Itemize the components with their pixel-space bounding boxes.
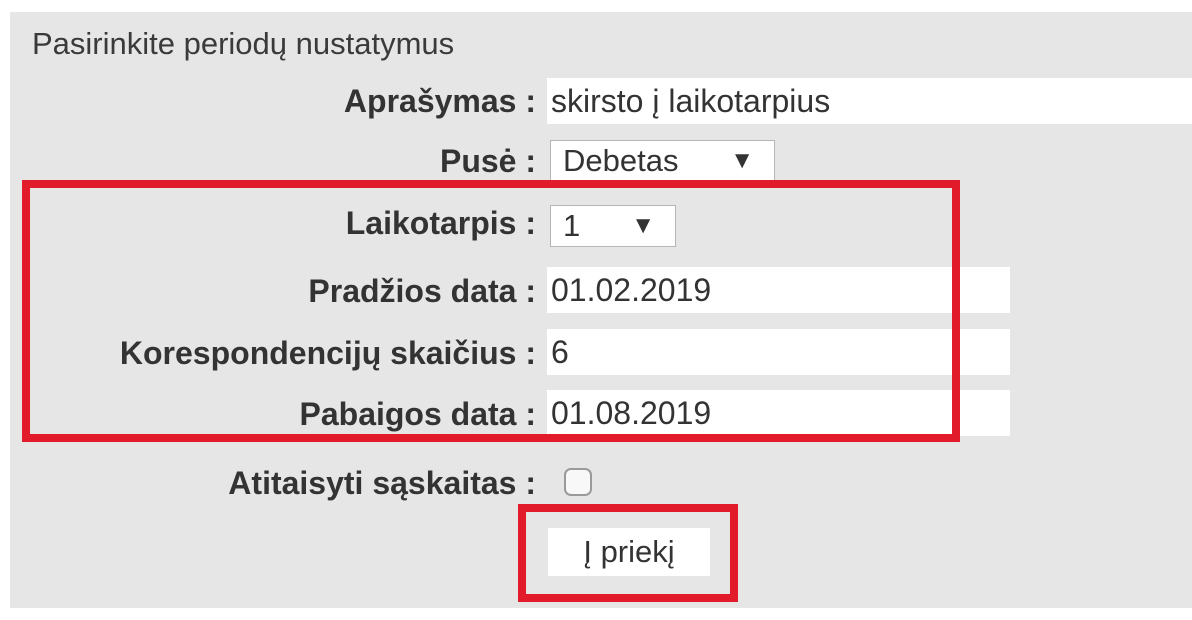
fix-invoices-label: Atitaisyti sąskaitas : (228, 465, 536, 501)
description-label: Aprašymas : (343, 83, 536, 119)
side-select[interactable]: Debetas ▼ (550, 140, 775, 182)
side-select-value: Debetas (563, 143, 679, 178)
forward-button-highlight (518, 504, 738, 602)
description-value: skirsto į laikotarpius (551, 83, 831, 119)
side-label: Pusė : (439, 143, 536, 179)
form-title: Pasirinkite periodų nustatymus (32, 26, 455, 61)
description-field[interactable]: skirsto į laikotarpius (547, 78, 1192, 124)
fix-invoices-checkbox[interactable] (564, 468, 592, 496)
chevron-down-icon: ▼ (730, 147, 754, 174)
period-fields-highlight (22, 180, 960, 442)
